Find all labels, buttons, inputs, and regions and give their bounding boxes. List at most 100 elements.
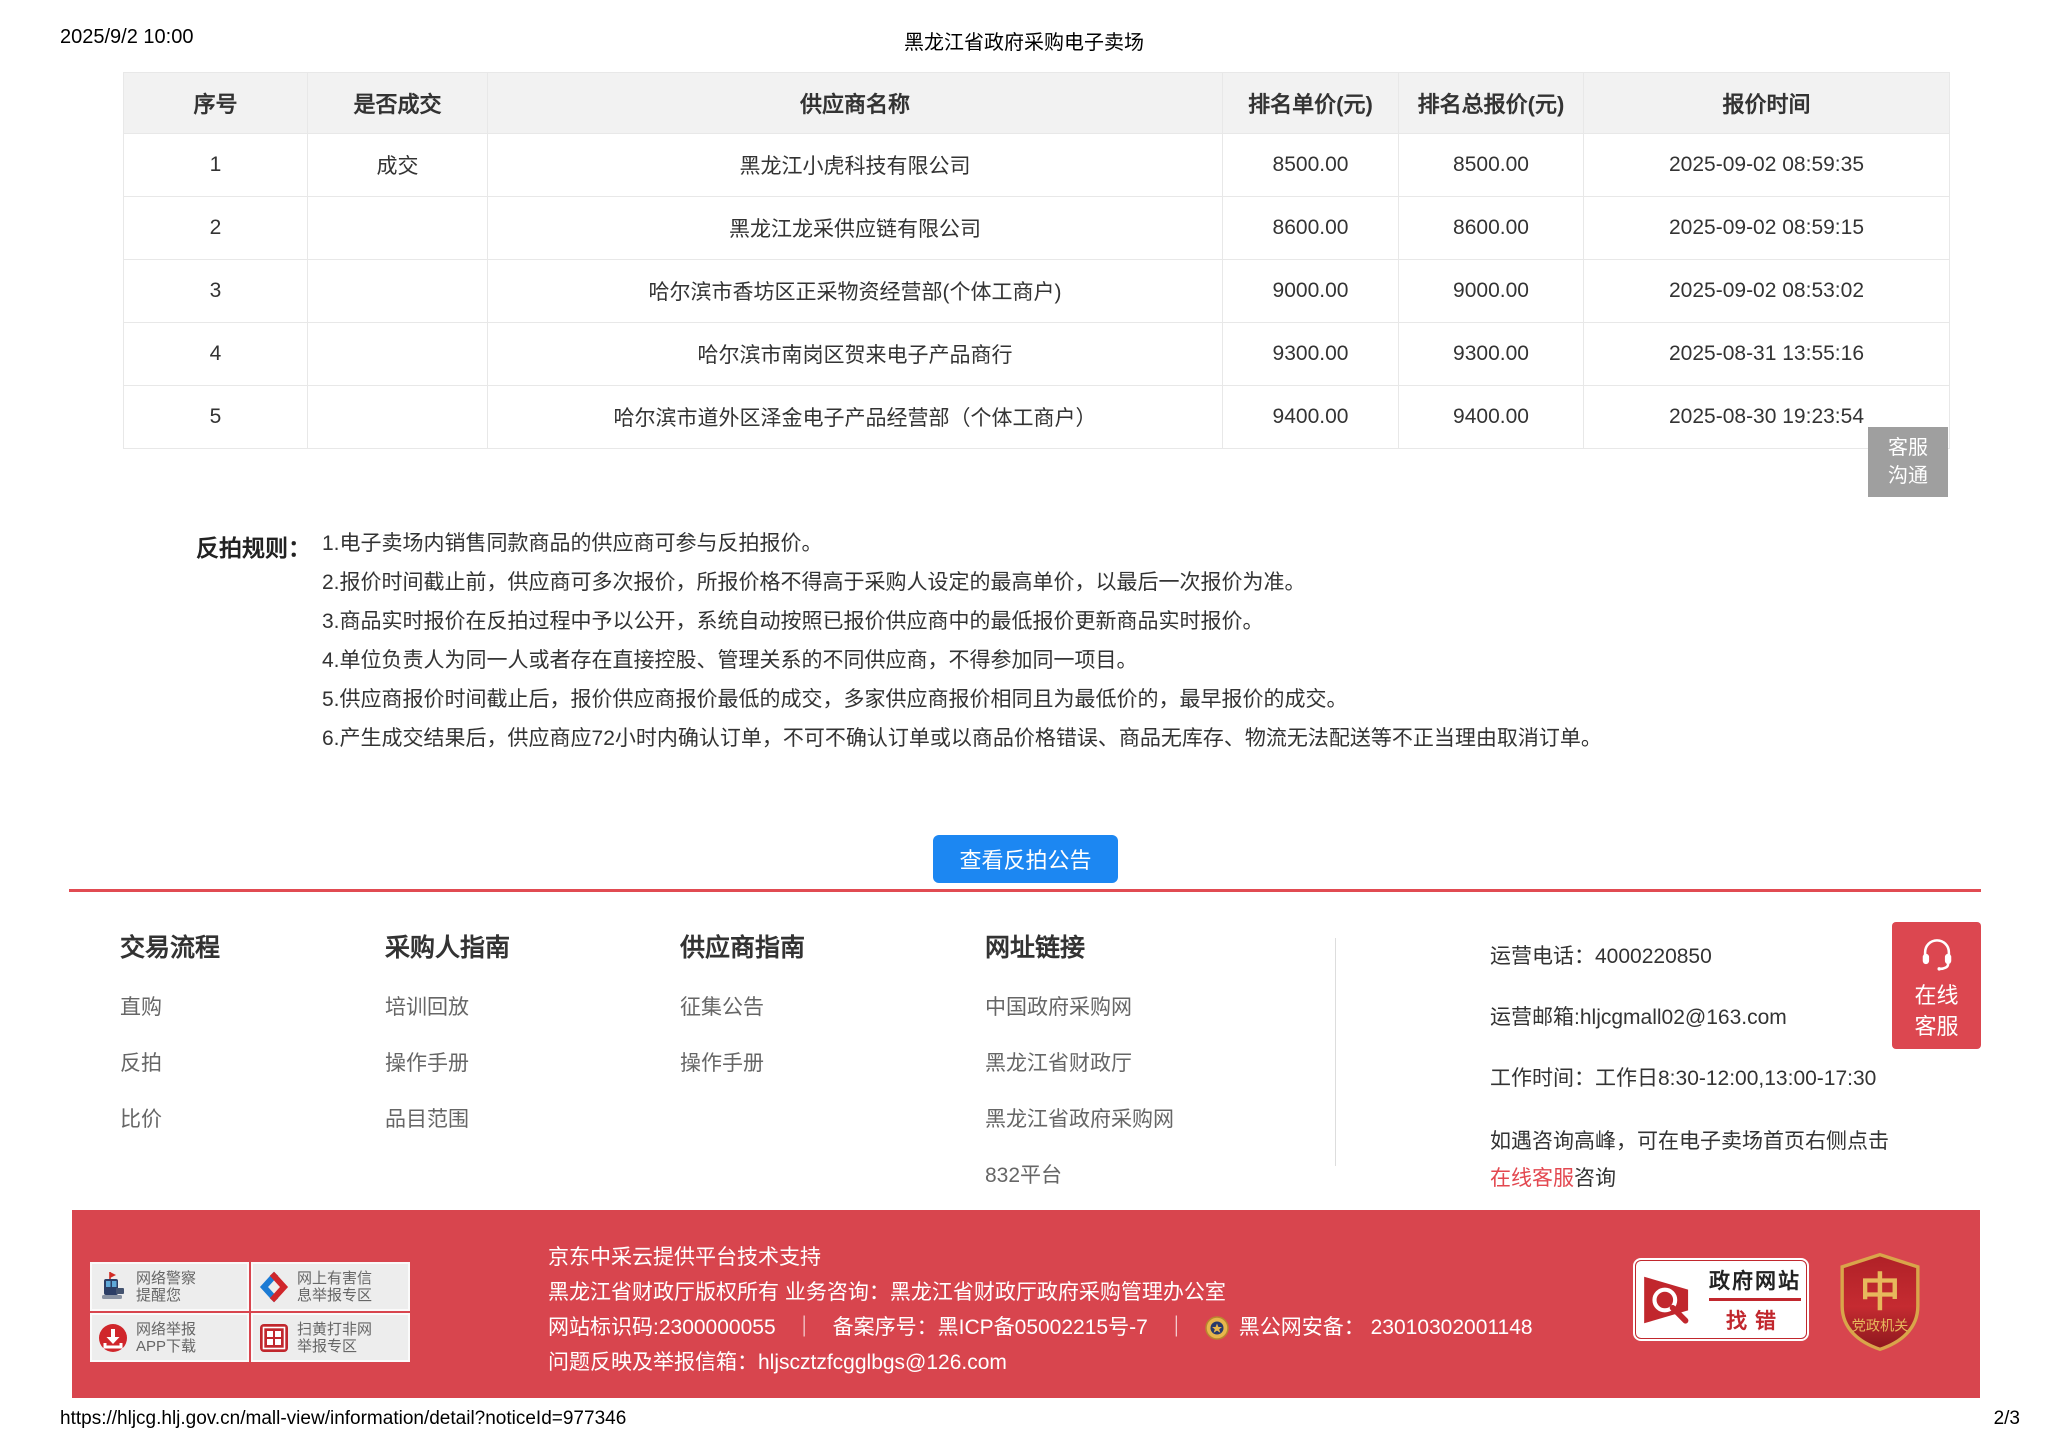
harmful-info-report-badge[interactable]: 网上有害信 息举报专区 — [251, 1262, 410, 1311]
rules-label: 反拍规则： — [196, 529, 311, 563]
footer-codes: 网站标识码:2300000055 ｜ 备案序号：黑ICP备05002215号-7… — [548, 1310, 1533, 1345]
footer-mailbox: 问题反映及举报信箱：hljscztzfcgglbgs@126.com — [548, 1345, 1533, 1380]
footer-vertical-divider — [1335, 938, 1336, 1166]
table-row: 4 哈尔滨市南岗区贺来电子产品商行 9300.00 9300.00 2025-0… — [124, 323, 1950, 386]
online-float-label-2: 客服 — [1914, 1011, 1958, 1042]
footer-link[interactable]: 中国政府采购网 — [985, 991, 1174, 1021]
site-footer: 网络警察 提醒您 网上有害信 息举报专区 — [72, 1210, 1980, 1398]
cell-supplier: 黑龙江小虎科技有限公司 — [488, 134, 1223, 197]
footer-link[interactable]: 黑龙江省财政厅 — [985, 1047, 1174, 1077]
footer-link[interactable]: 征集公告 — [680, 991, 805, 1021]
cell-unit-price: 9300.00 — [1223, 323, 1399, 386]
contact-note: 如遇咨询高峰，可在电子卖场首页右侧点击 — [1490, 1123, 1889, 1160]
cell-total-price: 8500.00 — [1399, 134, 1584, 197]
bid-ranking-table: 序号 是否成交 供应商名称 排名单价(元) 排名总报价(元) 报价时间 1 成交… — [123, 72, 1950, 449]
customer-chat-float-button[interactable]: 客服 沟通 — [1868, 427, 1948, 497]
cell-seq: 4 — [124, 323, 308, 386]
site-error-label-1: 政府网站 — [1709, 1265, 1801, 1301]
table-row: 5 哈尔滨市道外区泽金电子产品经营部（个体工商户） 9400.00 9400.0… — [124, 386, 1950, 449]
online-service-link[interactable]: 在线客服 — [1490, 1167, 1574, 1190]
online-service-float-button[interactable]: 在线 客服 — [1892, 922, 1981, 1049]
cell-quote-time: 2025-09-02 08:59:35 — [1584, 134, 1950, 197]
cell-quote-time: 2025-09-02 08:53:02 — [1584, 260, 1950, 323]
cell-deal — [308, 323, 488, 386]
party-gov-shield-badge[interactable]: 中 党政机关 — [1836, 1252, 1924, 1352]
view-announcement-button[interactable]: 查看反拍公告 — [933, 835, 1118, 883]
rules-list: 1.电子卖场内销售同款商品的供应商可参与反拍报价。 2.报价时间截止前，供应商可… — [322, 531, 1602, 765]
badge-label: APP下载 — [136, 1338, 196, 1355]
rule-item: 1.电子卖场内销售同款商品的供应商可参与反拍报价。 — [322, 531, 1602, 570]
cell-deal — [308, 197, 488, 260]
gov-site-error-report-badge[interactable]: 政府网站 找错 — [1633, 1258, 1809, 1341]
separator: ｜ — [794, 1315, 815, 1341]
contact-hours-label: 工作时间： — [1490, 1067, 1595, 1090]
badge-label: 举报专区 — [297, 1338, 372, 1355]
site-error-magnifier-icon — [1639, 1269, 1701, 1331]
chat-float-label-2: 沟通 — [1888, 462, 1928, 490]
icp-record[interactable]: 备案序号：黑ICP备05002215号-7 — [833, 1315, 1148, 1341]
table-row: 1 成交 黑龙江小虎科技有限公司 8500.00 8500.00 2025-09… — [124, 134, 1950, 197]
table-row: 3 哈尔滨市香坊区正采物资经营部(个体工商户) 9000.00 9000.00 … — [124, 260, 1950, 323]
cell-quote-time: 2025-08-31 13:55:16 — [1584, 323, 1950, 386]
footer-link[interactable]: 操作手册 — [680, 1047, 805, 1077]
cell-deal — [308, 260, 488, 323]
rule-item: 5.供应商报价时间截止后，报价供应商报价最低的成交，多家供应商报价相同且为最低价… — [322, 687, 1602, 726]
report-app-download-icon — [96, 1321, 130, 1355]
cyber-police-badge[interactable]: 网络警察 提醒您 — [90, 1262, 249, 1311]
footer-col-url-links: 网址链接 中国政府采购网 黑龙江省财政厅 黑龙江省政府采购网 832平台 — [985, 928, 1174, 1215]
table-header-row: 序号 是否成交 供应商名称 排名单价(元) 排名总报价(元) 报价时间 — [124, 73, 1950, 134]
anti-pornography-seal-icon — [257, 1321, 291, 1355]
cell-deal — [308, 386, 488, 449]
cell-unit-price: 9400.00 — [1223, 386, 1399, 449]
footer-copyright: 黑龙江省财政厅版权所有 业务咨询：黑龙江省财政厅政府采购管理办公室 — [548, 1275, 1533, 1310]
cell-supplier: 黑龙江龙采供应链有限公司 — [488, 197, 1223, 260]
separator: ｜ — [1166, 1315, 1187, 1341]
rule-item: 2.报价时间截止前，供应商可多次报价，所报价格不得高于采购人设定的最高单价，以最… — [322, 570, 1602, 609]
footer-divider-line — [69, 889, 1981, 892]
cell-seq: 1 — [124, 134, 308, 197]
footer-link[interactable]: 培训回放 — [385, 991, 510, 1021]
footer-link[interactable]: 操作手册 — [385, 1047, 510, 1077]
cell-unit-price: 8600.00 — [1223, 197, 1399, 260]
footer-link[interactable]: 反拍 — [120, 1047, 220, 1077]
footer-col-title: 供应商指南 — [680, 928, 805, 964]
badge-label: 扫黄打非网 — [297, 1321, 372, 1338]
cell-total-price: 9400.00 — [1399, 386, 1584, 449]
cell-total-price: 9300.00 — [1399, 323, 1584, 386]
headset-icon — [1918, 934, 1956, 972]
contact-phone-label: 运营电话： — [1490, 945, 1595, 968]
report-badge-grid: 网络警察 提醒您 网上有害信 息举报专区 — [90, 1262, 410, 1362]
badge-label: 网上有害信 — [297, 1270, 372, 1287]
badge-label: 网络举报 — [136, 1321, 196, 1338]
footer-link[interactable]: 比价 — [120, 1103, 220, 1133]
footer-col-title: 交易流程 — [120, 928, 220, 964]
page-title: 黑龙江省政府采购电子卖场 — [0, 26, 2048, 55]
cell-seq: 2 — [124, 197, 308, 260]
cell-supplier: 哈尔滨市道外区泽金电子产品经营部（个体工商户） — [488, 386, 1223, 449]
police-mascot-icon — [96, 1270, 130, 1304]
harmful-info-report-icon — [257, 1270, 291, 1304]
rule-item: 3.商品实时报价在反拍过程中予以公开，系统自动按照已报价供应商中的最低报价更新商… — [322, 609, 1602, 648]
contact-email-label: 运营邮箱: — [1490, 1006, 1580, 1029]
contact-phone-value: 4000220850 — [1595, 945, 1712, 968]
footer-col-supplier-guide: 供应商指南 征集公告 操作手册 — [680, 928, 805, 1103]
cell-supplier: 哈尔滨市南岗区贺来电子产品商行 — [488, 323, 1223, 386]
footer-link[interactable]: 品目范围 — [385, 1103, 510, 1133]
rule-item: 6.产生成交结果后，供应商应72小时内确认订单，不可不确认订单或以商品价格错误、… — [322, 726, 1602, 765]
report-app-download-badge[interactable]: 网络举报 APP下载 — [90, 1313, 249, 1362]
footer-link[interactable]: 直购 — [120, 991, 220, 1021]
col-header-unit-price: 排名单价(元) — [1223, 73, 1399, 134]
anti-pornography-report-badge[interactable]: 扫黄打非网 举报专区 — [251, 1313, 410, 1362]
col-header-deal: 是否成交 — [308, 73, 488, 134]
contact-hours-value: 工作日8:30-12:00,13:00-17:30 — [1595, 1067, 1876, 1090]
footer-link[interactable]: 黑龙江省政府采购网 — [985, 1103, 1174, 1133]
chat-float-label-1: 客服 — [1888, 434, 1928, 462]
footer-link[interactable]: 832平台 — [985, 1159, 1174, 1189]
footer-text-block: 京东中采云提供平台技术支持 黑龙江省财政厅版权所有 业务咨询：黑龙江省财政厅政府… — [548, 1240, 1533, 1380]
contact-info: 运营电话：4000220850 运营邮箱:hljcgmall02@163.com… — [1490, 940, 1889, 1197]
badge-label: 息举报专区 — [297, 1287, 372, 1304]
public-security-record[interactable]: 黑公网安备： 23010302001148 — [1239, 1315, 1533, 1341]
badge-label: 提醒您 — [136, 1287, 196, 1304]
cell-seq: 5 — [124, 386, 308, 449]
badge-label: 网络警察 — [136, 1270, 196, 1287]
